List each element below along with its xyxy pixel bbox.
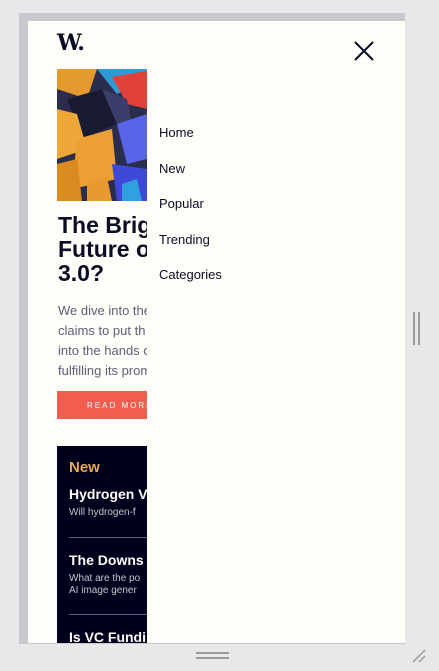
close-icon[interactable] xyxy=(353,40,375,62)
page-viewport: W. The Brig Future o 3.0? We dive into t… xyxy=(28,21,405,643)
hero-headline[interactable]: The Brig Future o 3.0? xyxy=(58,213,148,285)
nav-item-new[interactable]: New xyxy=(159,161,222,197)
new-item-title[interactable]: Hydrogen V xyxy=(69,486,147,502)
nav-item-popular[interactable]: Popular xyxy=(159,196,222,232)
new-item-description: What are the po AI image gener xyxy=(69,573,141,596)
nav-menu-list: Home New Popular Trending Categories xyxy=(159,125,222,303)
new-articles-panel: New Hydrogen V Will hydrogen-f The Downs… xyxy=(57,446,147,643)
nav-item-home[interactable]: Home xyxy=(159,125,222,161)
nav-item-trending[interactable]: Trending xyxy=(159,232,222,268)
site-logo[interactable]: W. xyxy=(57,30,85,56)
horizontal-resize-handle[interactable] xyxy=(196,652,229,659)
list-divider xyxy=(69,614,147,615)
vertical-scrollbar-track[interactable] xyxy=(405,13,435,644)
read-more-button[interactable]: READ MORE xyxy=(57,391,147,419)
mobile-nav-menu: Home New Popular Trending Categories xyxy=(147,21,405,643)
nav-item-categories[interactable]: Categories xyxy=(159,267,222,303)
new-list-item[interactable]: Is VC Fundi xyxy=(69,629,147,643)
resize-grip-icon[interactable] xyxy=(410,647,426,663)
hero-illustration xyxy=(57,69,147,201)
new-item-title[interactable]: The Downs xyxy=(69,552,147,568)
new-item-description: Will hydrogen-f xyxy=(69,507,136,518)
new-panel-heading: New xyxy=(69,459,100,476)
hero-image xyxy=(57,69,147,201)
vertical-resize-handle[interactable] xyxy=(413,312,420,345)
new-list-item[interactable]: The Downs What are the po AI image gener xyxy=(69,552,147,597)
list-divider xyxy=(69,537,147,538)
hero-teaser: We dive into the claims to put th into t… xyxy=(58,303,147,378)
new-item-title[interactable]: Is VC Fundi xyxy=(69,629,147,643)
new-list-item[interactable]: Hydrogen V Will hydrogen-f xyxy=(69,486,147,519)
